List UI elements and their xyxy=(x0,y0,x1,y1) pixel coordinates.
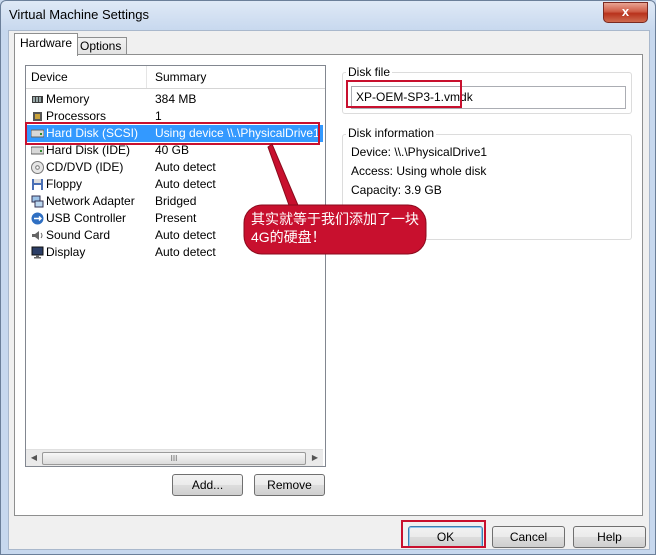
disk-capacity-info: Capacity: 3.9 GB xyxy=(351,183,442,197)
scroll-thumb[interactable]: III xyxy=(42,452,306,465)
device-name: Network Adapter xyxy=(46,194,135,208)
device-summary: Auto detect xyxy=(155,245,216,259)
cancel-button[interactable]: Cancel xyxy=(492,526,565,548)
device-row-display[interactable]: Display Auto detect xyxy=(26,244,323,261)
device-name: CD/DVD (IDE) xyxy=(46,160,124,174)
device-name: USB Controller xyxy=(46,211,127,225)
highlight-selected-device xyxy=(25,122,320,145)
remove-device-button[interactable]: Remove xyxy=(254,474,325,496)
device-name: Floppy xyxy=(46,177,83,191)
device-name: Memory xyxy=(46,92,90,106)
device-summary: Auto detect xyxy=(155,177,216,191)
usb-icon xyxy=(31,212,44,225)
device-name: Sound Card xyxy=(46,228,111,242)
dialog-client-area: Hardware Options Device Summary Memory 3… xyxy=(8,30,650,550)
vm-settings-window: Virtual Machine Settings x Hardware Opti… xyxy=(0,0,656,555)
help-button[interactable]: Help xyxy=(573,526,646,548)
device-row-floppy[interactable]: Floppy Auto detect xyxy=(26,176,323,193)
device-summary: Auto detect xyxy=(155,228,216,242)
title-bar: Virtual Machine Settings x xyxy=(1,1,655,29)
device-summary: Bridged xyxy=(155,194,197,208)
annotation-text: 其实就等于我们添加了一块4G的硬盘！ xyxy=(251,211,419,245)
add-device-button[interactable]: Add... xyxy=(172,474,243,496)
close-icon: x xyxy=(621,4,630,19)
window-title: Virtual Machine Settings xyxy=(9,7,149,22)
scroll-left-arrow-icon[interactable]: ◀ xyxy=(29,453,39,463)
display-icon xyxy=(31,246,44,259)
device-summary: Present xyxy=(155,211,197,225)
column-header-device[interactable]: Device xyxy=(31,70,68,84)
device-list-header: Device Summary xyxy=(26,66,325,89)
highlight-disk-file xyxy=(346,80,462,108)
disk-access-info: Access: Using whole disk xyxy=(351,164,487,178)
close-button[interactable]: x xyxy=(603,2,648,23)
tab-options[interactable]: Options xyxy=(74,37,128,55)
horizontal-scrollbar[interactable]: ◀ III ▶ xyxy=(26,449,323,466)
disk-information-label: Disk information xyxy=(346,126,437,140)
device-summary: Auto detect xyxy=(155,160,216,174)
network-icon xyxy=(31,195,44,208)
column-header-summary[interactable]: Summary xyxy=(155,70,206,84)
hard-disk-icon xyxy=(31,146,44,155)
device-summary: 384 MB xyxy=(155,92,197,106)
memory-icon xyxy=(32,96,43,103)
column-divider[interactable] xyxy=(146,66,147,88)
sound-icon xyxy=(32,231,43,240)
highlight-ok-button xyxy=(401,520,486,548)
cd-dvd-icon xyxy=(31,161,44,174)
tab-hardware[interactable]: Hardware xyxy=(14,33,79,56)
disk-file-label: Disk file xyxy=(346,65,393,79)
device-row-memory[interactable]: Memory 384 MB xyxy=(26,91,323,108)
scroll-right-arrow-icon[interactable]: ▶ xyxy=(310,453,320,463)
device-name: Display xyxy=(46,245,86,259)
disk-device-info: Device: \\.\PhysicalDrive1 xyxy=(351,145,488,159)
floppy-icon xyxy=(32,179,43,190)
device-row-network-adapter[interactable]: Network Adapter Bridged xyxy=(26,193,323,210)
device-row-cd-dvd[interactable]: CD/DVD (IDE) Auto detect xyxy=(26,159,323,176)
